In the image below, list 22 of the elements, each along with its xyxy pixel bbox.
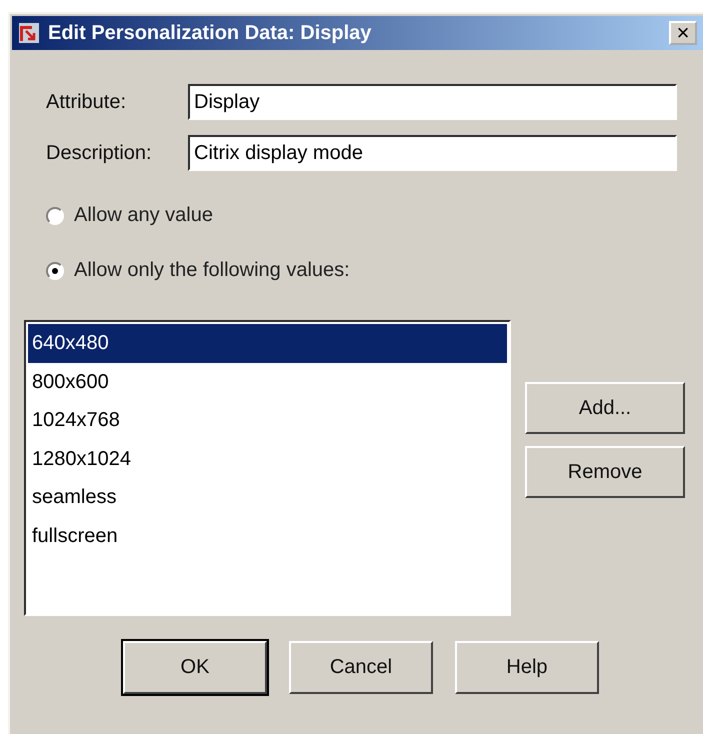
field-label: Attribute: [45, 90, 128, 114]
dialog-button[interactable]: Cancel [289, 641, 433, 694]
input-field[interactable]: Display [188, 84, 677, 120]
radio-button[interactable] [46, 262, 64, 280]
list-item[interactable]: 1280x1024 [28, 440, 507, 478]
list-item[interactable]: 800x600 [28, 362, 507, 401]
radio-button[interactable] [46, 206, 64, 224]
list-item[interactable]: 640x480 [28, 324, 507, 362]
radio-label: Allow any value [74, 204, 213, 227]
side-button[interactable]: Add... [525, 382, 685, 434]
radio-label: Allow only the following values: [74, 259, 350, 282]
dialog-button[interactable]: OK [123, 641, 267, 694]
list-item[interactable]: 1024x768 [28, 401, 507, 440]
input-field[interactable]: Citrix display mode [188, 135, 677, 171]
window-title: Edit Personalization Data: Display [48, 22, 372, 44]
dialog-button[interactable]: Help [455, 641, 599, 694]
side-button[interactable]: Remove [525, 446, 685, 498]
list-item[interactable]: fullscreen [28, 516, 507, 555]
app-icon[interactable] [18, 22, 40, 44]
list-item[interactable]: seamless [28, 478, 507, 516]
field-label: Description: [45, 142, 153, 164]
close-button[interactable]: × [669, 21, 697, 45]
